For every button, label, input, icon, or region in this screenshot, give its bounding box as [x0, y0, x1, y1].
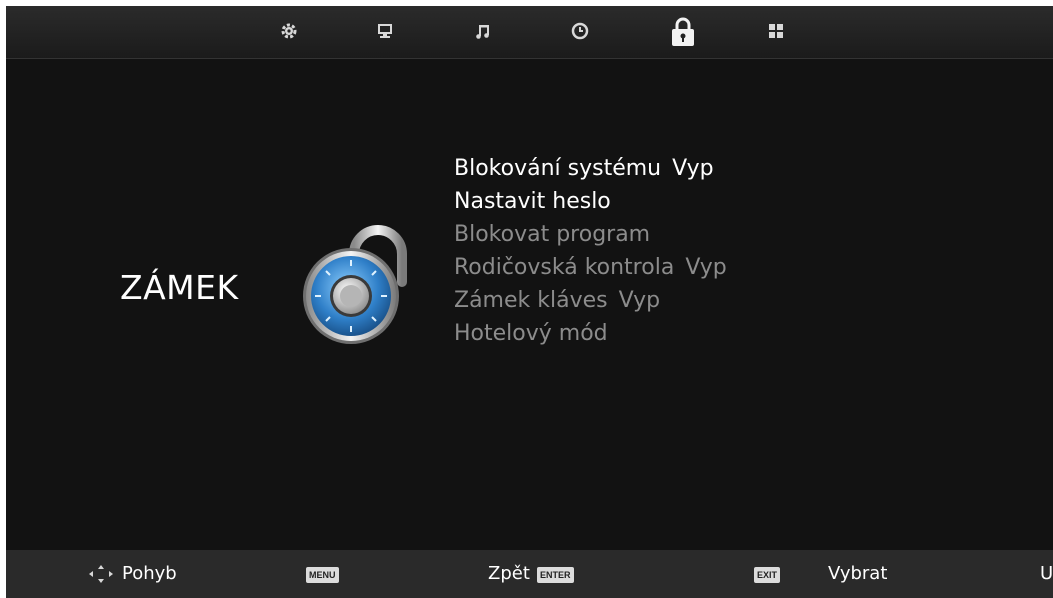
category-bar — [6, 6, 1053, 59]
menu-item-value: Vyp — [618, 288, 661, 313]
dpad-arrows-icon — [88, 564, 114, 584]
apps-grid-icon[interactable] — [765, 20, 787, 42]
tv-screen: ZÁMEK Blokování systému Vyp Nastavit hes… — [6, 6, 1053, 598]
combination-lock-icon — [296, 216, 416, 350]
lock-icon[interactable] — [668, 16, 698, 48]
menu-item-block-program[interactable]: Blokovat program — [454, 218, 727, 251]
menu-item-label: Rodičovská kontrola — [454, 255, 675, 280]
music-note-icon[interactable] — [472, 20, 494, 42]
menu-item-set-password[interactable]: Nastavit heslo — [454, 185, 727, 218]
bottom-hint-bar: Pohyb MENU Zpět ENTER EXIT Vybrat U — [6, 550, 1053, 598]
clock-icon[interactable] — [569, 20, 591, 42]
section-title: ZÁMEK — [120, 268, 239, 307]
lock-settings-menu: Blokování systému Vyp Nastavit heslo Blo… — [454, 152, 727, 350]
exit-key-badge: EXIT — [754, 567, 781, 583]
cut-off-hint: U — [1040, 563, 1053, 584]
gear-icon[interactable] — [278, 20, 300, 42]
menu-item-system-lock[interactable]: Blokování systému Vyp — [454, 152, 727, 185]
menu-item-label: Zámek kláves — [454, 288, 608, 313]
move-hint: Pohyb — [122, 563, 177, 584]
enter-key-badge: ENTER — [537, 567, 574, 583]
monitor-icon[interactable] — [374, 20, 396, 42]
menu-item-label: Blokování systému — [454, 156, 662, 181]
menu-key-badge: MENU — [306, 567, 339, 583]
menu-item-key-lock[interactable]: Zámek kláves Vyp — [454, 284, 727, 317]
menu-item-label: Blokovat program — [454, 222, 651, 247]
menu-item-value: Vyp — [672, 156, 714, 181]
menu-item-hotel-mode[interactable]: Hotelový mód — [454, 317, 727, 350]
menu-item-label: Hotelový mód — [454, 321, 608, 346]
select-hint: Vybrat — [828, 563, 888, 584]
menu-item-label: Nastavit heslo — [454, 189, 611, 214]
menu-item-value: Vyp — [685, 255, 727, 280]
menu-item-parental-control[interactable]: Rodičovská kontrola Vyp — [454, 251, 727, 284]
back-hint: Zpět — [488, 563, 530, 584]
